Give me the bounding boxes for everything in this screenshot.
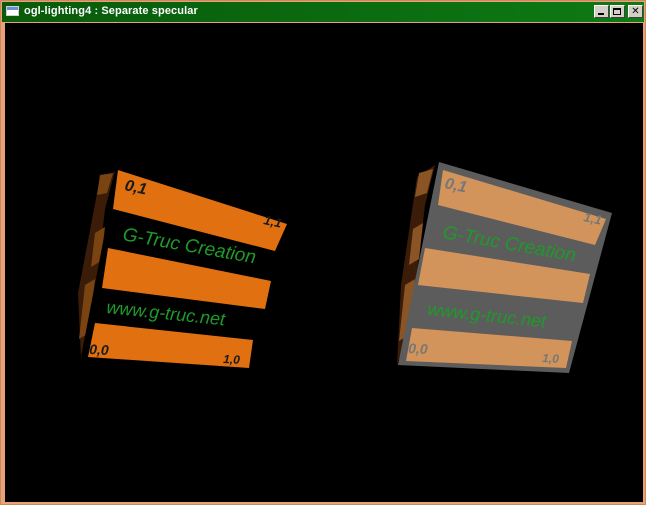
window-title: ogl-lighting4 : Separate specular (24, 5, 198, 17)
close-button[interactable]: ✕ (628, 5, 643, 18)
cube-left-label-bottom-left: 0,0 (89, 341, 109, 358)
cube-right-label-bottom-left: 0,0 (408, 340, 428, 357)
cube-left-label-bottom-right: 1,0 (223, 352, 241, 367)
cube-right: 0,1 1,1 G-Truc Creation www.g-truc.net 0… (397, 162, 612, 373)
minimize-button[interactable] (594, 5, 609, 18)
close-icon: ✕ (631, 6, 640, 17)
window-app-icon[interactable] (6, 6, 19, 16)
cube-left: 0,1 1,1 G-Truc Creation www.g-truc.net 0… (78, 169, 288, 368)
app-window: ogl-lighting4 : Separate specular ✕ 0,1 … (0, 0, 646, 505)
title-bar[interactable]: ogl-lighting4 : Separate specular ✕ (2, 2, 644, 22)
render-viewport[interactable]: 0,1 1,1 G-Truc Creation www.g-truc.net 0… (5, 23, 643, 502)
maximize-button[interactable] (610, 5, 625, 18)
minimize-icon (598, 13, 604, 15)
opengl-scene: 0,1 1,1 G-Truc Creation www.g-truc.net 0… (78, 162, 612, 373)
maximize-icon (613, 8, 621, 15)
cube-right-label-bottom-right: 1,0 (542, 351, 560, 366)
